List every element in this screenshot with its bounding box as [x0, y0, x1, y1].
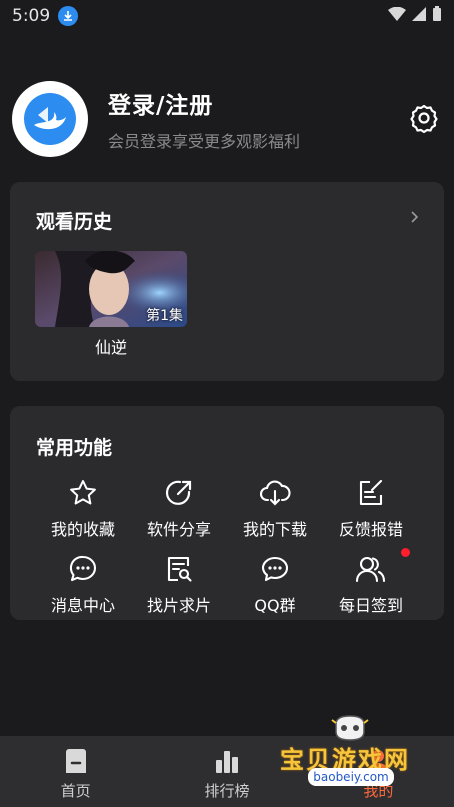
feedback-button[interactable]: 反馈报错 — [323, 476, 419, 540]
cloud-download-icon — [259, 480, 291, 506]
settings-button[interactable] — [406, 100, 442, 136]
qq-group-button[interactable]: QQ群 — [227, 552, 323, 616]
common-functions-card: 常用功能 我的收藏 软件分享 我的下载 反馈报错 消息中心 找片求片 QQ群 每… — [10, 406, 444, 620]
home-icon — [65, 749, 86, 773]
tab-label: 首页 — [60, 782, 91, 800]
watch-history-card: 观看历史 第1集 仙逆 — [10, 182, 444, 381]
gear-icon — [410, 104, 438, 133]
request-movie-button[interactable]: 找片求片 — [131, 552, 227, 616]
star-icon — [70, 480, 96, 505]
function-label: 反馈报错 — [338, 520, 403, 539]
downloads-button[interactable]: 我的下载 — [227, 476, 323, 540]
notification-dot — [401, 548, 410, 557]
profile-header: 登录/注册 会员登录享受更多观影福利 — [12, 80, 442, 158]
chat-icon — [69, 555, 97, 582]
wifi-icon — [388, 7, 406, 21]
signal-icon — [412, 7, 426, 21]
favorites-button[interactable]: 我的收藏 — [35, 476, 131, 540]
status-bar: 5:09 — [0, 0, 454, 32]
history-thumbnail[interactable]: 第1集 — [35, 251, 187, 327]
share-app-button[interactable]: 软件分享 — [131, 476, 227, 540]
chevron-right-icon[interactable] — [408, 210, 422, 224]
users-icon — [355, 556, 386, 583]
tab-home[interactable]: 首页 — [0, 736, 151, 807]
watermark-url: baobeiy.com — [308, 768, 394, 786]
function-label: 每日签到 — [338, 596, 403, 615]
download-notification-icon — [58, 6, 79, 26]
ranking-icon — [215, 751, 238, 773]
function-label: 软件分享 — [146, 520, 211, 539]
watermark: 宝贝游戏网 baobeiy.com — [278, 712, 428, 802]
login-register-link[interactable]: 登录/注册 — [108, 86, 300, 120]
battery-icon — [433, 6, 441, 21]
share-icon — [165, 480, 192, 505]
history-title: 观看历史 — [36, 211, 113, 233]
message-center-button[interactable]: 消息中心 — [35, 552, 131, 616]
history-item-title[interactable]: 仙逆 — [35, 334, 187, 358]
chat-bubble-icon — [261, 556, 289, 582]
avatar[interactable] — [12, 81, 88, 157]
login-subtitle: 会员登录享受更多观影福利 — [108, 132, 301, 151]
status-time: 5:09 — [12, 6, 51, 26]
function-label: QQ群 — [254, 596, 296, 615]
episode-label: 第1集 — [146, 308, 183, 324]
function-label: 找片求片 — [146, 596, 211, 615]
search-document-icon — [167, 556, 192, 582]
function-label: 我的下载 — [242, 520, 307, 539]
functions-title: 常用功能 — [36, 437, 113, 459]
tab-label: 排行榜 — [204, 782, 250, 800]
function-label: 消息中心 — [50, 596, 115, 615]
app-logo-icon — [24, 93, 76, 145]
function-label: 我的收藏 — [50, 520, 115, 539]
edit-icon — [359, 479, 383, 506]
daily-checkin-button[interactable]: 每日签到 — [323, 548, 419, 616]
